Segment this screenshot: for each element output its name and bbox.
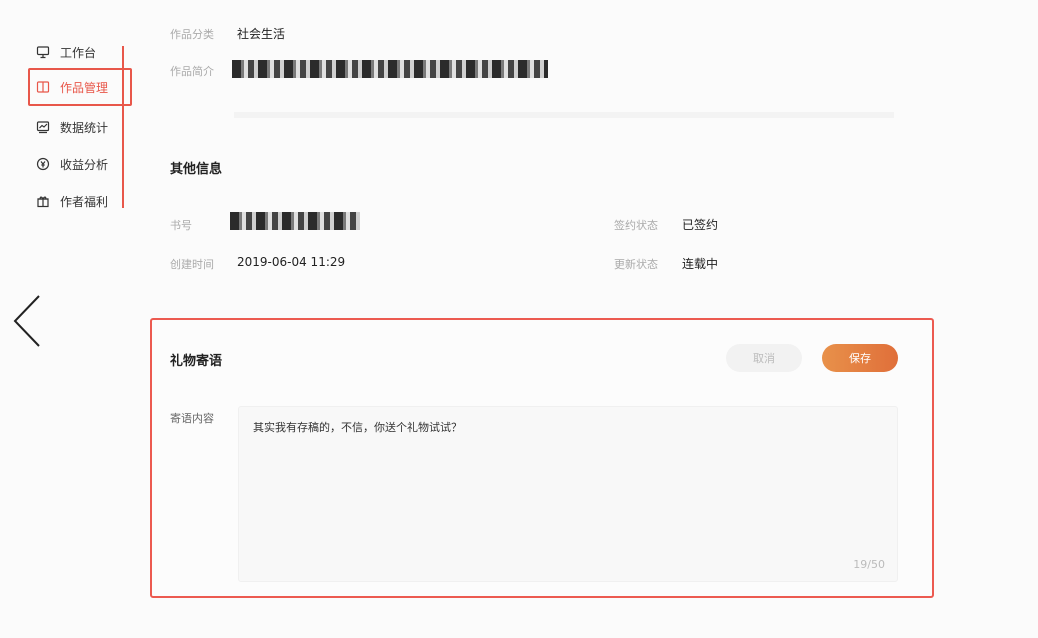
intro-divider: [234, 112, 894, 118]
intro-label: 作品简介: [170, 65, 214, 78]
back-chevron-icon[interactable]: [12, 294, 42, 348]
created-label: 创建时间: [170, 258, 214, 271]
gift-message-textarea[interactable]: 其实我有存稿的，不信，你送个礼物试试？ 19/50: [238, 406, 898, 582]
sign-status-value: 已签约: [682, 218, 719, 232]
yen-icon: [36, 157, 50, 171]
book-icon: [36, 80, 50, 94]
sidebar-item-label: 收益分析: [60, 157, 109, 172]
sidebar-item-label: 作者福利: [60, 194, 109, 209]
category-label: 作品分类: [170, 28, 214, 41]
monitor-icon: [36, 45, 50, 59]
sidebar-item-workbench[interactable]: 工作台: [22, 38, 130, 66]
sign-status-label: 签约状态: [614, 219, 658, 232]
sidebar-item-works[interactable]: 作品管理: [28, 68, 132, 106]
update-status-label: 更新状态: [614, 258, 658, 271]
sidebar-item-label: 工作台: [60, 45, 97, 60]
save-button[interactable]: 保存: [822, 344, 898, 372]
sidebar-item-label: 数据统计: [60, 120, 109, 135]
intro-redacted: [232, 60, 548, 78]
sidebar-item-income[interactable]: 收益分析: [22, 150, 130, 178]
char-count: 19/50: [853, 558, 885, 571]
update-status-value: 连载中: [682, 257, 719, 271]
gift-icon: [36, 194, 50, 208]
book-no-redacted: [230, 212, 360, 230]
cancel-button[interactable]: 取消: [726, 344, 802, 372]
gift-message-title: 礼物寄语: [170, 354, 223, 369]
gift-message-text: 其实我有存稿的，不信，你送个礼物试试？: [253, 421, 462, 434]
content-label: 寄语内容: [170, 412, 214, 425]
gift-message-card: 礼物寄语 取消 保存 寄语内容 其实我有存稿的，不信，你送个礼物试试？ 19/5…: [150, 318, 934, 598]
book-no-label: 书号: [170, 219, 192, 232]
other-info-title: 其他信息: [170, 162, 223, 177]
sidebar-item-statistics[interactable]: 数据统计: [22, 113, 130, 141]
sidebar-item-label: 作品管理: [60, 80, 109, 95]
chart-icon: [36, 120, 50, 134]
work-detail-panel: 工作台 作品管理 数据统计 收益分析 作者福利 作品分类 社会生活 作品简介 其…: [0, 0, 1038, 638]
category-value: 社会生活: [237, 27, 286, 41]
created-value: 2019-06-04 11:29: [237, 255, 346, 269]
sidebar-item-benefits[interactable]: 作者福利: [22, 187, 130, 215]
